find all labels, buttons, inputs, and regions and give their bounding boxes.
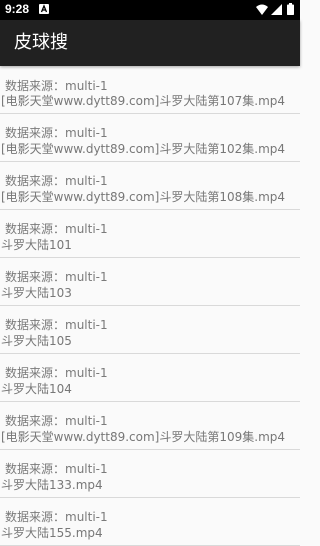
list-item[interactable]: 数据来源：multi-1 斗罗大陆133.mp4 bbox=[0, 450, 300, 498]
item-name: [电影天堂www.dytt89.com]斗罗大陆第108集.mp4 bbox=[1, 190, 286, 204]
item-source: 数据来源：multi-1 bbox=[5, 414, 108, 428]
app-bar: 皮球搜 bbox=[0, 20, 300, 66]
item-name: 斗罗大陆105 bbox=[1, 334, 72, 348]
item-name: 斗罗大陆101 bbox=[1, 238, 72, 252]
item-source: 数据来源：multi-1 bbox=[5, 318, 108, 332]
list-item[interactable]: 数据来源：multi-1 斗罗大陆155.mp4 bbox=[0, 498, 300, 546]
list-item[interactable]: 数据来源：multi-1 斗罗大陆105 bbox=[0, 306, 300, 354]
item-source: 数据来源：multi-1 bbox=[5, 126, 108, 140]
status-bar: 9:28 bbox=[0, 0, 300, 20]
status-time: 9:28 bbox=[5, 2, 30, 16]
item-source: 数据来源：multi-1 bbox=[5, 270, 108, 284]
app-title: 皮球搜 bbox=[14, 32, 68, 53]
item-name: 斗罗大陆133.mp4 bbox=[1, 478, 103, 492]
list-item[interactable]: 数据来源：multi-1 [电影天堂www.dytt89.com]斗罗大陆第10… bbox=[0, 402, 300, 450]
list-item[interactable]: 数据来源：multi-1 [电影天堂www.dytt89.com]斗罗大陆第10… bbox=[0, 114, 300, 162]
list-item[interactable]: 数据来源：multi-1 斗罗大陆103 bbox=[0, 258, 300, 306]
results-list: 数据来源：multi-1 [电影天堂www.dytt89.com]斗罗大陆第10… bbox=[0, 66, 300, 546]
wifi-icon bbox=[256, 4, 268, 15]
item-source: 数据来源：multi-1 bbox=[5, 462, 108, 476]
item-source: 数据来源：multi-1 bbox=[5, 222, 108, 236]
item-name: 斗罗大陆155.mp4 bbox=[1, 526, 103, 540]
item-name: [电影天堂www.dytt89.com]斗罗大陆第109集.mp4 bbox=[1, 430, 286, 444]
item-name: [电影天堂www.dytt89.com]斗罗大陆第107集.mp4 bbox=[1, 94, 286, 108]
list-item[interactable]: 数据来源：multi-1 [电影天堂www.dytt89.com]斗罗大陆第10… bbox=[0, 66, 300, 114]
list-item[interactable]: 数据来源：multi-1 [电影天堂www.dytt89.com]斗罗大陆第10… bbox=[0, 162, 300, 210]
item-name: [电影天堂www.dytt89.com]斗罗大陆第102集.mp4 bbox=[1, 142, 286, 156]
item-name: 斗罗大陆103 bbox=[1, 286, 72, 300]
list-item[interactable]: 数据来源：multi-1 斗罗大陆104 bbox=[0, 354, 300, 402]
a-notification-icon bbox=[39, 4, 49, 14]
list-item[interactable]: 数据来源：multi-1 斗罗大陆101 bbox=[0, 210, 300, 258]
signal-icon bbox=[271, 4, 282, 15]
battery-icon bbox=[287, 3, 294, 15]
item-name: 斗罗大陆104 bbox=[1, 382, 72, 396]
item-source: 数据来源：multi-1 bbox=[5, 510, 108, 524]
item-source: 数据来源：multi-1 bbox=[5, 174, 108, 188]
item-source: 数据来源：multi-1 bbox=[5, 366, 108, 380]
item-source: 数据来源：multi-1 bbox=[5, 79, 108, 93]
